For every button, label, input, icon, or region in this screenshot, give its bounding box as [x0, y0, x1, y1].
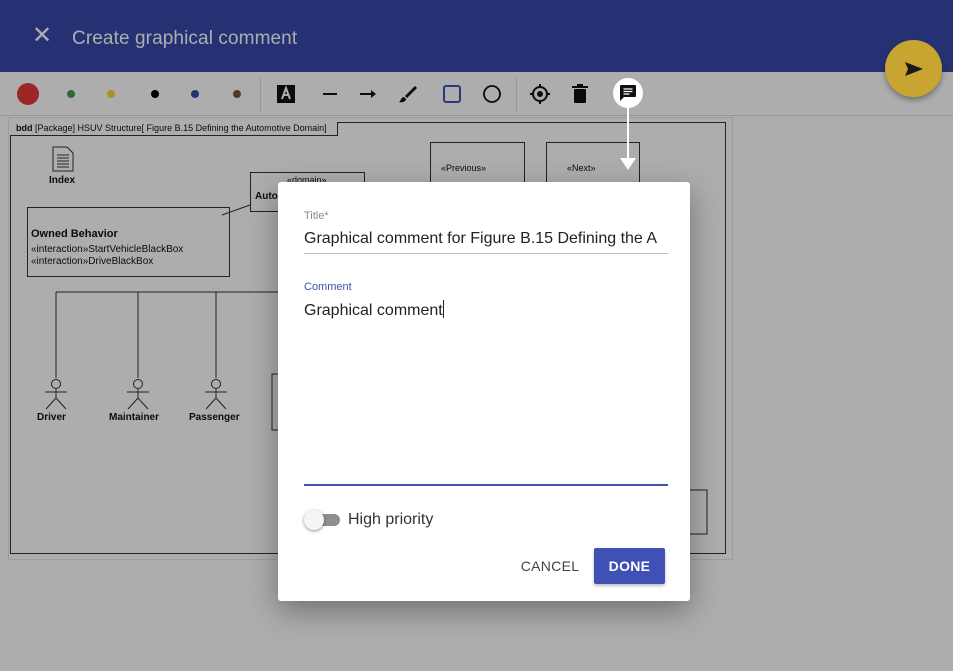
callout-pointer-line	[627, 108, 629, 158]
toggle-thumb	[304, 510, 324, 530]
callout-pointer-arrow	[620, 158, 636, 170]
comment-textarea[interactable]: Graphical comment	[304, 300, 668, 486]
done-button[interactable]: DONE	[594, 548, 665, 584]
cancel-button[interactable]: CANCEL	[514, 548, 586, 584]
title-field-label: Title*	[304, 210, 329, 222]
text-caret	[442, 300, 444, 318]
high-priority-toggle[interactable]	[304, 510, 340, 530]
high-priority-label[interactable]: High priority	[348, 511, 433, 529]
comment-icon	[620, 85, 636, 101]
comment-text: Graphical comment	[304, 302, 443, 319]
comment-tool-button[interactable]	[613, 78, 643, 108]
send-button[interactable]	[885, 40, 942, 97]
title-input[interactable]: Graphical comment for Figure B.15 Defini…	[304, 230, 668, 254]
comment-dialog: Title* Graphical comment for Figure B.15…	[278, 182, 690, 601]
comment-field-label: Comment	[304, 281, 352, 293]
send-icon	[905, 62, 923, 76]
